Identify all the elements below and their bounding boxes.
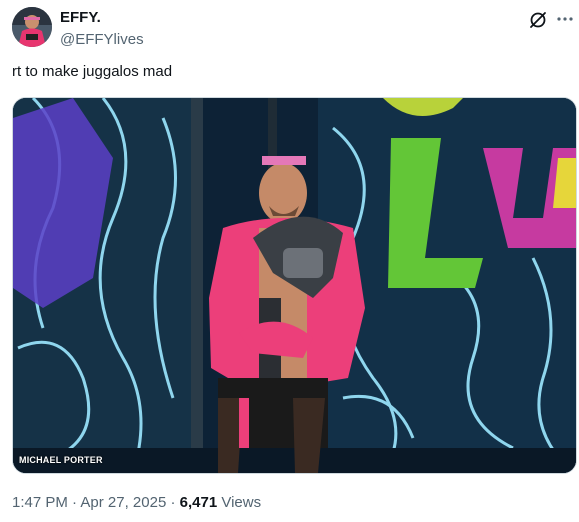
meta-separator: ·	[170, 494, 176, 511]
tweet-time[interactable]: 1:47 PM	[12, 494, 68, 511]
photo-credit: MICHAEL PORTER	[19, 455, 103, 465]
author-display-name[interactable]: EFFY.	[60, 9, 144, 27]
views-count[interactable]: 6,471	[180, 494, 218, 511]
more-options-icon[interactable]	[555, 9, 575, 29]
views-label: Views	[221, 494, 262, 511]
tweet-photo[interactable]: MICHAEL PORTER	[12, 97, 577, 474]
tweet-date[interactable]: Apr 27, 2025	[80, 494, 166, 511]
author-avatar[interactable]	[12, 7, 52, 47]
tweet-text: rt to make juggalos mad	[12, 63, 173, 80]
meta-separator: ·	[72, 494, 78, 511]
grok-icon[interactable]	[527, 9, 549, 31]
tweet-meta: 1:47 PM · Apr 27, 2025 · 6,471 Views	[12, 493, 261, 513]
wrestler-photo	[13, 98, 576, 473]
avatar-image	[12, 7, 52, 47]
author-info: EFFY. @EFFYlives	[60, 9, 144, 50]
author-handle[interactable]: @EFFYlives	[60, 30, 144, 50]
